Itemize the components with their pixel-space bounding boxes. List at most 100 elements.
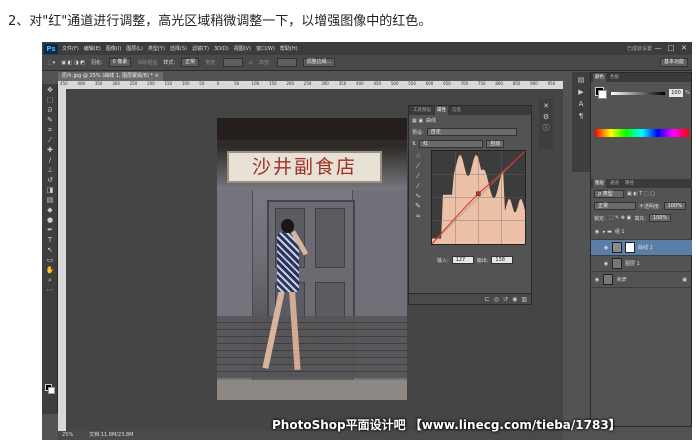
menu-type[interactable]: 类型(Y)	[148, 45, 165, 52]
tab-paths[interactable]: 路径	[623, 179, 636, 188]
layer-row-background[interactable]: ◉ 背景 ▣	[591, 272, 692, 288]
blur-tool-icon[interactable]: ◆	[45, 206, 55, 214]
adjust-icon[interactable]: ⚙	[541, 113, 551, 121]
smooth-curve-icon[interactable]: ≈	[413, 212, 423, 220]
color-background-swatch[interactable]	[598, 90, 607, 99]
height-input[interactable]	[276, 58, 297, 67]
eye-icon[interactable]: ◉	[603, 261, 609, 267]
layer-mask-thumb[interactable]	[625, 242, 635, 253]
healing-brush-icon[interactable]: ✚	[45, 146, 55, 154]
lock-icons[interactable]: ⬚ ✎ ✥ ▣	[609, 215, 632, 221]
eye-icon[interactable]: ◉	[603, 245, 609, 251]
history-brush-icon[interactable]: ↺	[45, 176, 55, 184]
menu-help[interactable]: 帮助(H)	[280, 45, 298, 52]
layer-row-curves[interactable]: ◉ 曲线 1	[591, 240, 692, 256]
tab-properties[interactable]: 属性	[435, 106, 448, 115]
swap-icon[interactable]: ⇄	[249, 60, 253, 66]
preset-select[interactable]: 自定	[426, 128, 517, 136]
trash-icon[interactable]: ▥	[521, 296, 527, 303]
refine-edge-button[interactable]: 调整边缘...	[302, 58, 336, 67]
document-tab[interactable]: 原片.jpg @ 25% (曲线 1, 图层蒙版/8) * ×	[58, 72, 163, 81]
zoom-tool-icon[interactable]: ⌕	[45, 276, 55, 284]
menu-3d[interactable]: 3D(D)	[214, 46, 229, 52]
eyedropper-tool-icon[interactable]: ⁄	[45, 136, 55, 144]
k-slider[interactable]	[611, 92, 665, 95]
filter-icons[interactable]: ▣ ◐ T ⬚ ▢	[627, 191, 655, 197]
menu-window[interactable]: 窗口(W)	[256, 45, 275, 52]
eye-icon[interactable]: ◉	[594, 277, 600, 283]
menu-edit[interactable]: 编辑(E)	[84, 45, 101, 52]
visibility-icon[interactable]: ◉	[512, 296, 517, 303]
tab-tool-presets[interactable]: 工具预设	[411, 106, 433, 115]
feather-input[interactable]: 0 像素	[108, 58, 132, 67]
minimize-button[interactable]: —	[654, 44, 662, 52]
white-point-eyedropper-icon[interactable]: ⁄	[413, 182, 423, 190]
type-tool-icon[interactable]: T	[45, 236, 55, 244]
marquee-tool-icon[interactable]: ⬚	[45, 96, 55, 104]
k-value[interactable]: 100	[669, 89, 683, 97]
clip-layer-icon[interactable]: ⊏	[485, 296, 490, 303]
reset-icon[interactable]: ↺	[503, 296, 508, 303]
lasso-tool-icon[interactable]: ᘐ	[45, 106, 55, 114]
layer-row-layer1[interactable]: ◉ 图层 1	[591, 256, 692, 272]
width-input[interactable]	[222, 58, 243, 67]
menu-layer[interactable]: 图层(L)	[126, 45, 143, 52]
actions-icon[interactable]: ▶	[576, 88, 586, 96]
path-select-icon[interactable]: ↖	[45, 246, 55, 254]
blend-mode-select[interactable]: 正常	[594, 202, 636, 210]
fill-input[interactable]: 100%	[648, 214, 672, 222]
input-field[interactable]: 127	[451, 256, 474, 264]
hand-tool-icon[interactable]: ✋	[45, 266, 55, 274]
history-icon[interactable]: ▤	[576, 76, 586, 84]
curve-edit-icon[interactable]: ∿	[413, 192, 423, 200]
background-color-swatch[interactable]	[48, 387, 55, 394]
antialias-checkbox[interactable]: 消除锯齿	[137, 59, 157, 66]
close-button[interactable]: ✕	[680, 44, 688, 52]
clone-stamp-icon[interactable]: ⊥	[45, 166, 55, 174]
workspace-select[interactable]: 基本功能	[659, 58, 688, 67]
curve-graph[interactable]	[431, 150, 526, 245]
tab-swatches[interactable]: 色板	[608, 73, 621, 82]
tab-channels[interactable]: 通道	[608, 179, 621, 188]
tool-presets-icon[interactable]: ✕	[541, 102, 551, 110]
more-tools-icon[interactable]: ⋯	[45, 286, 55, 294]
brush-tool-icon[interactable]: ∕	[45, 156, 55, 164]
crop-tool-icon[interactable]: ⌗	[45, 126, 55, 134]
eraser-tool-icon[interactable]: ◨	[45, 186, 55, 194]
pencil-curve-icon[interactable]: ✎	[413, 202, 423, 210]
info-icon[interactable]: ⓘ	[541, 124, 551, 132]
tab-color[interactable]: 颜色	[593, 73, 606, 82]
menu-view[interactable]: 视图(V)	[234, 45, 251, 52]
move-tool-icon[interactable]: ✥	[45, 86, 55, 94]
style-select[interactable]: 正常	[181, 58, 200, 67]
gradient-tool-icon[interactable]: ▤	[45, 196, 55, 204]
color-spectrum[interactable]	[595, 129, 689, 137]
gray-point-eyedropper-icon[interactable]: ⁄	[413, 172, 423, 180]
target-adjust-icon[interactable]: ☝	[413, 152, 423, 160]
menu-file[interactable]: 文件(F)	[62, 45, 79, 52]
quick-select-tool-icon[interactable]: ✎	[45, 116, 55, 124]
channel-select[interactable]: 红	[419, 140, 484, 148]
document-size[interactable]: 文档:11.8M/23.8M	[89, 431, 133, 440]
zoom-level[interactable]: 25%	[62, 431, 73, 440]
paragraph-icon[interactable]: ¶	[576, 112, 586, 120]
maximize-button[interactable]: □	[667, 44, 675, 52]
layer-kind-select[interactable]: ρ 类型	[594, 190, 624, 198]
selection-mode-icons[interactable]: ▣ ◧ ◨ ◩	[61, 60, 85, 66]
marquee-tool-icon[interactable]: ⬚▾	[48, 60, 55, 66]
view-previous-icon[interactable]: ◎	[494, 296, 499, 303]
character-icon[interactable]: A	[576, 100, 586, 108]
dodge-tool-icon[interactable]: ●	[45, 216, 55, 224]
output-field[interactable]: 138	[491, 256, 514, 264]
tab-info[interactable]: 信息	[450, 106, 463, 115]
menu-image[interactable]: 图像(I)	[106, 45, 121, 52]
document-photo[interactable]: 沙井副食店	[217, 118, 407, 400]
eye-icon[interactable]: ◉	[594, 229, 600, 235]
pen-tool-icon[interactable]: ✒	[45, 226, 55, 234]
black-point-eyedropper-icon[interactable]: ⁄	[413, 162, 423, 170]
curve-svg[interactable]	[431, 150, 526, 245]
layer-row-group[interactable]: ◉ ▸ ▬ 组 1	[591, 224, 692, 240]
menu-filter[interactable]: 滤镜(T)	[192, 45, 209, 52]
opacity-input[interactable]: 100%	[663, 202, 686, 210]
shape-tool-icon[interactable]: ▭	[45, 256, 55, 264]
